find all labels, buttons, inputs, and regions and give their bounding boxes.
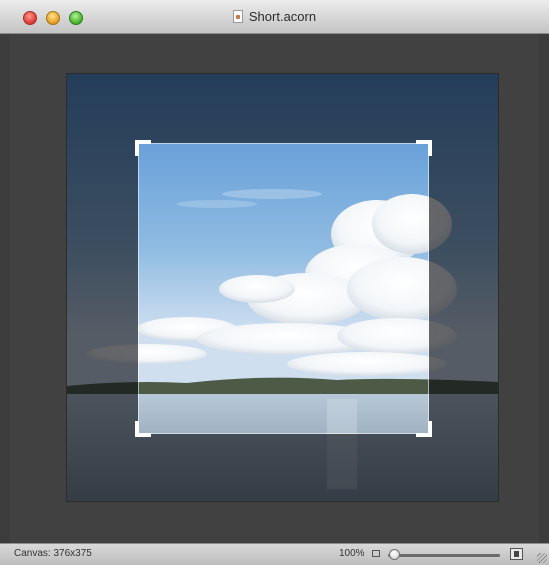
crop-handle-bottom-left[interactable] [135,421,151,437]
window-title: Short.acorn [248,9,317,24]
crop-selection[interactable] [135,140,432,437]
document-icon[interactable] [232,10,243,23]
crop-handle-bottom-right[interactable] [416,421,432,437]
canvas-size-label: Canvas: 376x375 [14,548,92,559]
crop-handle-top-left[interactable] [135,140,151,156]
crop-dim-top [67,74,498,143]
document-window: Short.acorn Canvas: 376x375 100% [0,0,549,565]
window-title-group: Short.acorn [0,0,549,33]
crop-dim-bottom [67,434,498,501]
zoom-in-icon[interactable] [510,548,523,560]
zoom-out-icon[interactable] [372,550,380,557]
crop-handle-top-right[interactable] [416,140,432,156]
zoom-slider-knob[interactable] [388,549,400,560]
resize-grip-icon[interactable] [537,553,547,563]
image-canvas[interactable] [67,74,498,501]
zoom-slider[interactable] [388,554,500,557]
canvas-workspace[interactable] [10,34,539,543]
status-bar: Canvas: 376x375 100% [0,543,549,565]
crop-dim-right [429,143,498,434]
crop-dim-left [67,143,138,434]
title-bar[interactable]: Short.acorn [0,0,549,34]
zoom-percent-label[interactable]: 100% [339,548,365,559]
